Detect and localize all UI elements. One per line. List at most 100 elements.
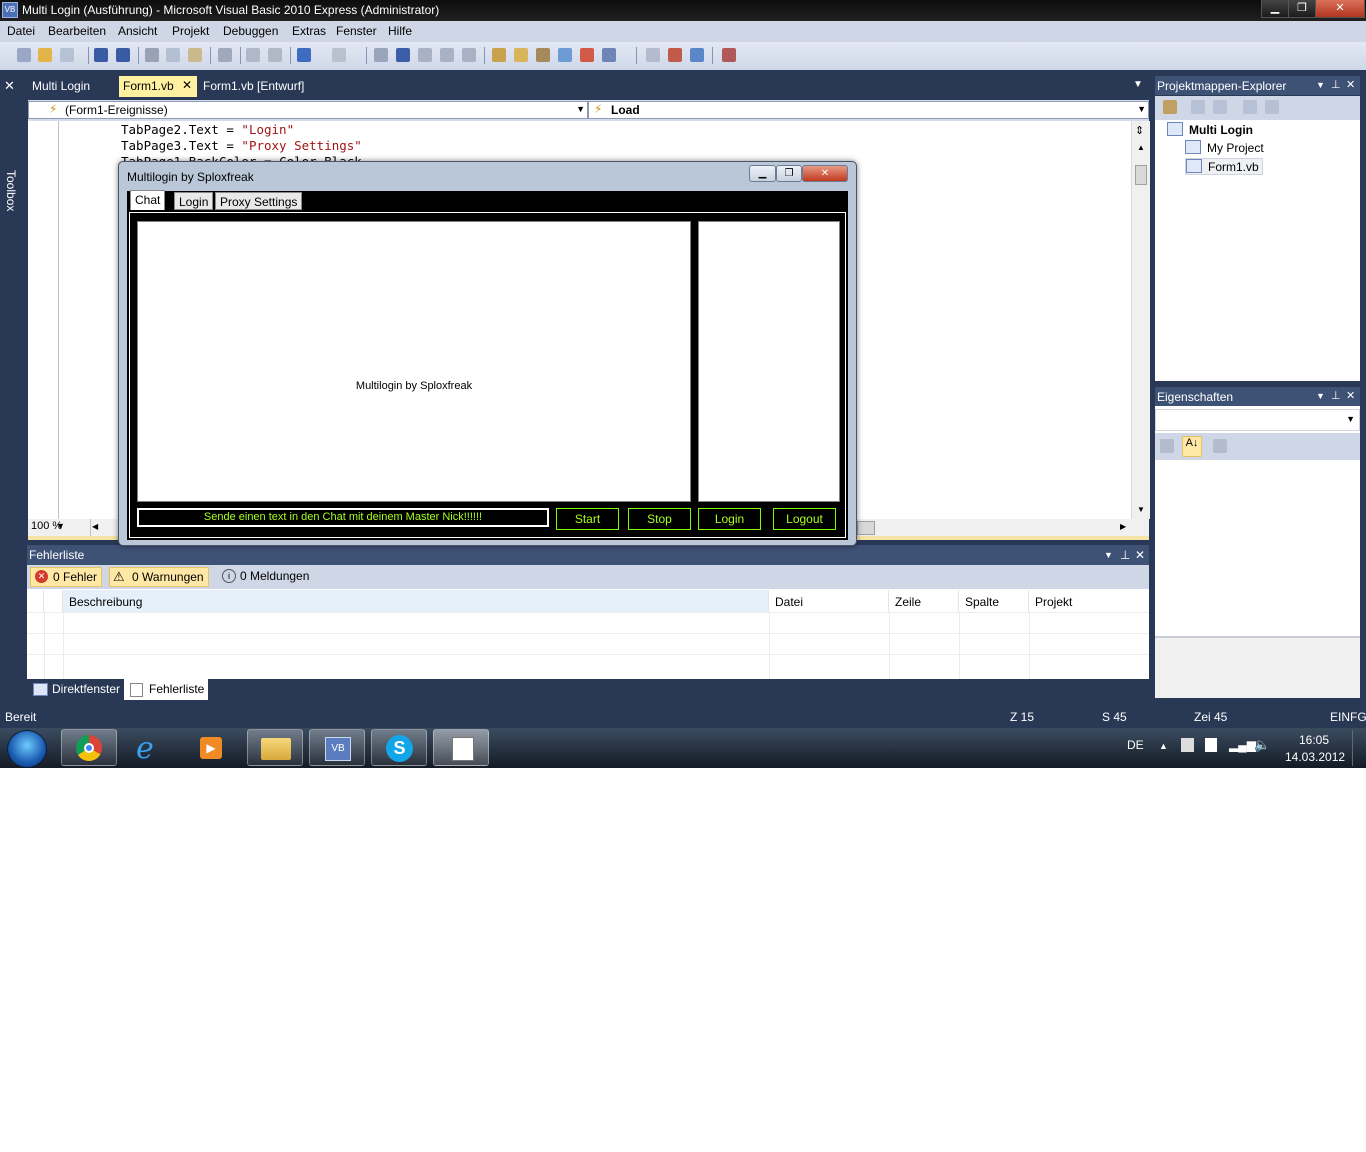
error-list-icon[interactable] [580,48,594,62]
taskbar-ie[interactable]: e [123,729,179,766]
errors-filter-button[interactable]: ✕ 0 Fehler [30,567,103,587]
object-dropdown[interactable]: ⚡ (Form1-Ereignisse) ▼ [28,101,588,119]
network-icon[interactable]: ▂▄▆ [1229,738,1256,752]
tab-fehlerliste[interactable]: Fehlerliste [124,679,209,700]
logout-button[interactable]: Logout [773,508,836,530]
close-button[interactable]: ✕ [1315,0,1365,18]
stop-button[interactable]: Stop [628,508,691,530]
taskbar-vb-express[interactable]: VB [309,729,365,766]
app-maximize-button[interactable]: ❐ [776,165,802,182]
new-project-icon[interactable] [17,48,31,62]
panel-close-icon[interactable]: ✕ [1346,78,1355,91]
pin-icon[interactable]: ⊥ [1120,548,1130,562]
split-icon[interactable]: ⇕ [1135,124,1144,137]
col-projekt[interactable]: Projekt [1029,590,1149,612]
undo-icon[interactable] [297,48,311,62]
warnings-filter-button[interactable]: ⚠ 0 Warnungen [109,567,209,587]
toolbox-label[interactable]: Toolbox [4,170,18,211]
app-minimize-button[interactable]: ▁ [749,165,776,182]
col-datei[interactable]: Datei [769,590,889,612]
uncomment-icon[interactable] [268,48,282,62]
alphabetical-icon[interactable]: A↓ [1182,436,1202,457]
panel-dropdown-icon[interactable]: ▼ [1104,550,1113,560]
find-icon[interactable] [218,48,232,62]
menu-projekt[interactable]: Projekt [172,24,209,38]
scroll-up-icon[interactable]: ▲ [1137,143,1145,152]
language-indicator[interactable]: DE [1127,738,1144,752]
tab-chat[interactable]: Chat [130,190,166,210]
taskbar-explorer[interactable] [247,729,303,766]
taskbar-chrome[interactable] [61,729,117,766]
pin-icon[interactable]: ⊥ [1331,78,1341,91]
menu-extras[interactable]: Extras [292,24,326,38]
login-button[interactable]: Login [698,508,761,530]
hscroll-thumb[interactable] [857,521,875,535]
taskbar-form-app[interactable] [433,729,489,766]
pin-icon[interactable]: ⊥ [1331,389,1341,402]
comment-icon[interactable] [246,48,260,62]
chat-input[interactable]: Sende einen text in den Chat mit deinem … [137,508,549,527]
view-code-icon[interactable] [1243,100,1257,114]
stop-debugging-icon[interactable] [396,48,410,62]
tree-item-form1[interactable]: Form1.vb [1185,158,1263,175]
toolbox-icon[interactable] [536,48,550,62]
code-line[interactable]: TabPage2.Text = "Login" [121,122,294,137]
paste-icon[interactable] [188,48,202,62]
scroll-thumb[interactable] [1135,165,1147,185]
menu-bearbeiten[interactable]: Bearbeiten [48,24,106,38]
add-item-icon[interactable] [60,48,74,62]
tab-direktfenster[interactable]: Direktfenster [27,679,124,700]
scroll-left-icon[interactable]: ◀ [92,522,98,531]
editor-vertical-scrollbar[interactable]: ⇕ ▲ ▼ [1131,121,1150,519]
menu-ansicht[interactable]: Ansicht [118,24,157,38]
messages-filter-button[interactable]: i 0 Meldungen [218,567,313,587]
toolbox-pin-icon[interactable]: ✕ [4,78,15,94]
taskbar-media-player[interactable]: ▶ [184,729,240,766]
action-center-icon[interactable] [1181,738,1194,752]
panel-close-icon[interactable]: ✕ [1346,389,1355,402]
view-designer-icon[interactable] [1265,100,1279,114]
object-browser-icon[interactable] [558,48,572,62]
properties-icon[interactable] [514,48,528,62]
save-icon[interactable] [94,48,108,62]
panel-dropdown-icon[interactable]: ▼ [1316,391,1325,401]
property-pages-icon[interactable] [1213,439,1227,453]
cut-icon[interactable] [145,48,159,62]
copy-icon[interactable] [166,48,180,62]
tree-item-my-project[interactable]: My Project [1185,140,1264,155]
extensions-icon[interactable] [722,48,736,62]
clock-time[interactable]: 16:05 [1299,733,1329,747]
tab-multi-login[interactable]: Multi Login [28,76,94,97]
show-desktop-button[interactable] [1352,730,1365,766]
show-all-files-icon[interactable] [1163,100,1177,114]
event-dropdown[interactable]: ⚡ Load ▼ [588,101,1149,119]
restore-button[interactable]: ❐ [1288,0,1316,18]
start-button[interactable]: Start [556,508,619,530]
tab-login[interactable]: Login [174,192,214,210]
user-list[interactable] [698,221,840,502]
scroll-down-icon[interactable]: ▼ [1137,505,1145,514]
refresh-icon[interactable] [1213,100,1227,114]
col-beschreibung[interactable]: Beschreibung [63,590,769,612]
tab-proxy-settings[interactable]: Proxy Settings [215,192,303,210]
tab-form1-designer[interactable]: Form1.vb [Entwurf] [199,76,308,97]
window-icon[interactable] [602,48,616,62]
col-spalte[interactable]: Spalte [959,590,1029,612]
menu-datei[interactable]: Datei [7,24,35,38]
panel-close-icon[interactable]: ✕ [1135,548,1145,562]
menu-hilfe[interactable]: Hilfe [388,24,412,38]
menu-debuggen[interactable]: Debuggen [223,24,278,38]
open-file-icon[interactable] [38,48,52,62]
close-tab-icon[interactable]: ✕ [182,78,192,92]
minimize-button[interactable]: ▁ [1261,0,1289,18]
step-over-icon[interactable] [440,48,454,62]
show-hidden-icons-icon[interactable]: ▲ [1159,741,1168,751]
scroll-right-icon[interactable]: ▶ [1120,522,1126,531]
power-icon[interactable] [1205,738,1217,752]
col-zeile[interactable]: Zeile [889,590,959,612]
start-button-icon[interactable] [7,730,47,768]
menu-fenster[interactable]: Fenster [336,24,377,38]
step-out-icon[interactable] [462,48,476,62]
categorized-icon[interactable] [1160,439,1174,453]
chat-display[interactable]: Multilogin by Sploxfreak [137,221,691,502]
